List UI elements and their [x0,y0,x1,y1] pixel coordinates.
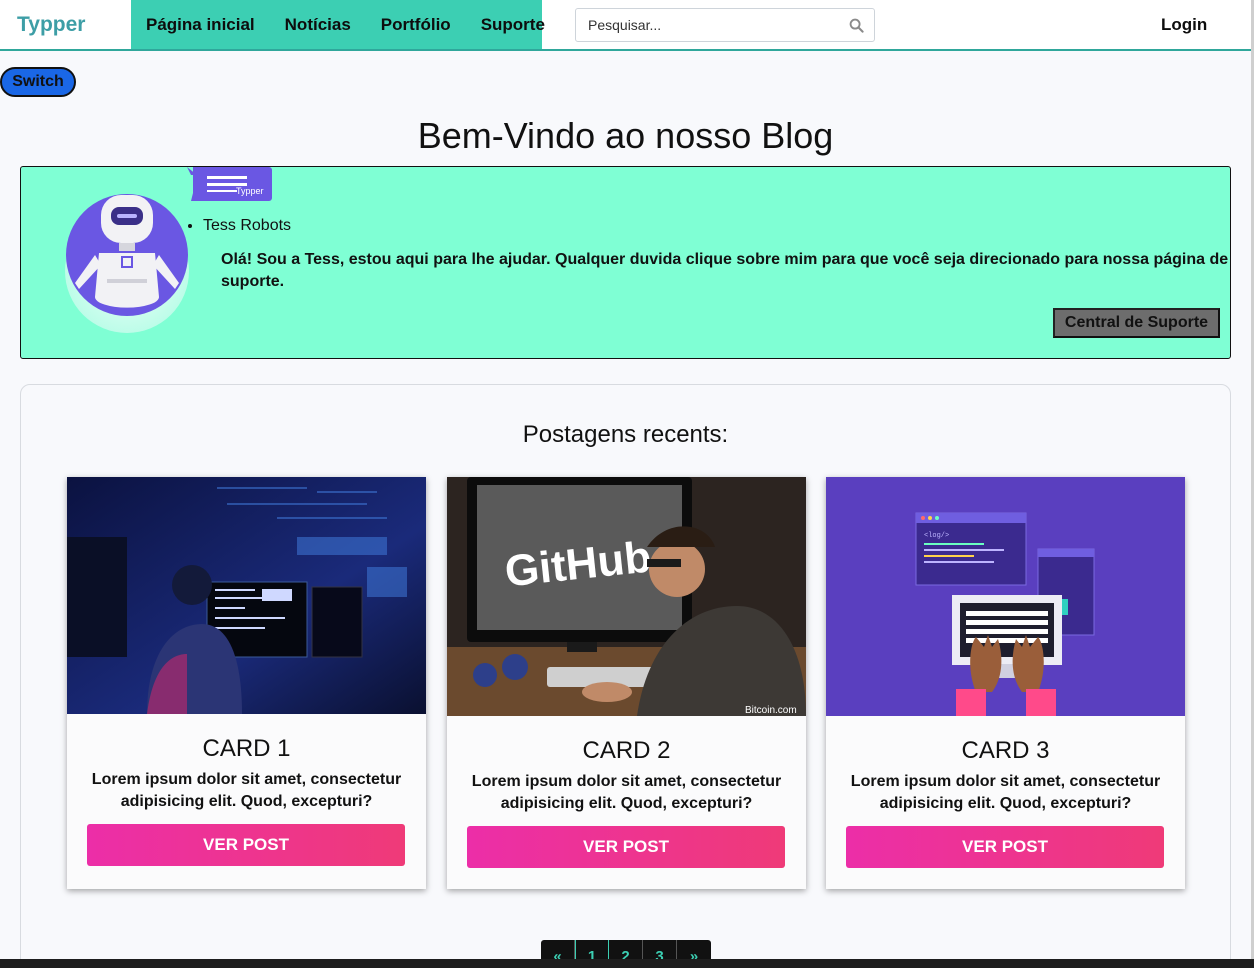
speech-bubble-icon: Typper [187,167,272,201]
login-link[interactable]: Login [1161,15,1207,35]
post-card-1: CARD 1 Lorem ipsum dolor sit amet, conse… [67,477,426,889]
support-bot-banner: Typper Tess Robots Olá! Sou a Tess, esto… [20,166,1231,359]
posts-heading: Postagens recents: [522,421,729,448]
card-1-image [67,477,426,714]
post-card-3: <log/> CARD 3 Lorem ipsum dolor sit amet… [826,477,1185,889]
card-2-text: Lorem ipsum dolor sit amet, consectetur … [471,773,782,812]
bot-name-list: Tess Robots [203,217,291,235]
card-3-title: CARD 3 [961,737,1050,764]
card-3-text: Lorem ipsum dolor sit amet, consectetur … [850,773,1161,812]
bottom-bar [0,959,1254,968]
nav-link-home[interactable]: Página inicial [131,15,270,35]
search-input[interactable] [576,9,836,41]
nav-link-portfolio[interactable]: Portfólio [366,15,466,35]
switch-button[interactable]: Switch [0,67,76,97]
bot-description: Olá! Sou a Tess, estou aqui para lhe aju… [221,251,1229,290]
nav-link-news[interactable]: Notícias [270,15,366,35]
top-navbar: Typper Página inicial Notícias Portfólio… [0,0,1254,51]
bubble-text: Typper [236,186,264,196]
image-caption: Bitcoin.com [745,705,797,716]
page-title: Bem-Vindo ao nosso Blog [417,115,834,156]
card-1-text: Lorem ipsum dolor sit amet, consectetur … [91,771,402,810]
nav-links: Página inicial Notícias Portfólio Suport… [131,0,545,49]
support-center-button[interactable]: Central de Suporte [1053,308,1220,338]
post-card-2: GitHub Bitcoin.com CARD 2 Lorem ipsum do… [447,477,806,889]
card-1-view-button[interactable]: VER POST [87,824,405,866]
bot-name: Tess Robots [203,217,291,235]
card-3-image: <log/> [826,477,1185,716]
search-box [575,8,875,42]
card-1-title: CARD 1 [202,735,291,762]
search-icon[interactable] [849,18,864,33]
card-2-title: CARD 2 [582,737,671,764]
code-window-text: <log/> [924,532,949,540]
card-3-view-button[interactable]: VER POST [846,826,1164,868]
card-2-image: GitHub Bitcoin.com [447,477,806,716]
brand-logo[interactable]: Typper [17,13,85,37]
recent-posts-section: Postagens recents: CARD 1 Lorem ipsum do… [20,384,1231,968]
card-2-view-button[interactable]: VER POST [467,826,785,868]
nav-link-support[interactable]: Suporte [466,15,560,35]
